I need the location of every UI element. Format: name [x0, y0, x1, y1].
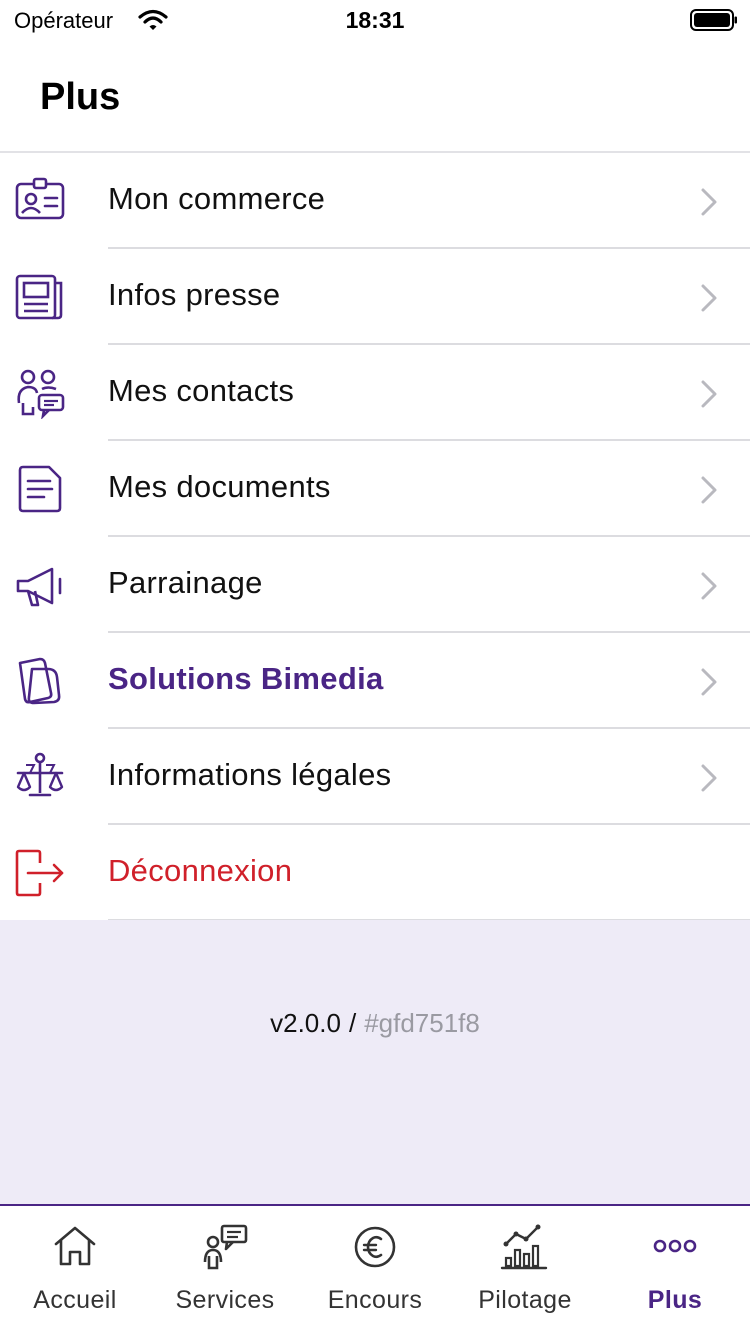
menu-item-label: Mes contacts	[108, 373, 295, 408]
chevron-right-icon	[701, 572, 717, 600]
tab-label: Encours	[327, 1286, 423, 1314]
clock: 18:31	[345, 7, 405, 33]
menu-item-deconnexion[interactable]: Déconnexion	[0, 825, 750, 921]
version-number: v2.0.0	[270, 1008, 341, 1038]
megaphone-icon	[16, 567, 62, 607]
tab-label: Accueil	[33, 1286, 117, 1314]
chart-icon	[500, 1224, 548, 1270]
document-icon	[18, 465, 62, 513]
id-card-icon	[15, 177, 65, 220]
tab-label: Pilotage	[478, 1286, 572, 1314]
bimedia-logo-icon	[18, 657, 61, 705]
tab-accueil[interactable]: Accueil	[0, 1206, 150, 1334]
menu-item-infos-presse[interactable]: Infos presse	[0, 249, 750, 345]
chevron-right-icon	[701, 380, 717, 408]
menu-item-mes-documents[interactable]: Mes documents	[0, 441, 750, 537]
page-title: Plus	[40, 76, 121, 118]
chevron-right-icon	[701, 188, 717, 216]
menu-item-label: Informations légales	[108, 757, 392, 792]
battery-icon	[690, 9, 737, 31]
menu-item-label: Solutions Bimedia	[108, 661, 384, 696]
more-icon	[653, 1239, 697, 1253]
tab-plus[interactable]: Plus	[600, 1206, 750, 1334]
tab-pilotage[interactable]: Pilotage	[450, 1206, 600, 1334]
menu-item-label: Infos presse	[108, 277, 281, 312]
euro-icon	[354, 1226, 396, 1268]
scales-icon	[16, 752, 64, 797]
tab-label: Plus	[647, 1286, 703, 1314]
menu-item-label: Parrainage	[108, 565, 263, 600]
newspaper-icon	[15, 274, 63, 320]
chevron-right-icon	[701, 668, 717, 696]
menu-item-label: Mon commerce	[108, 181, 326, 216]
tab-bar: Accueil Services Encours Pilotage Plus	[0, 1204, 750, 1334]
build-hash: #gfd751f8	[364, 1008, 480, 1038]
services-icon	[203, 1224, 248, 1270]
footer-area: v2.0.0/#gfd751f8	[0, 920, 750, 1205]
menu-item-mes-contacts[interactable]: Mes contacts	[0, 345, 750, 441]
menu-item-label: Mes documents	[108, 469, 331, 504]
menu-list: Mon commerce Infos presse Mes contacts M…	[0, 153, 750, 921]
tab-encours[interactable]: Encours	[300, 1206, 450, 1334]
version-separator: /	[348, 1008, 357, 1038]
chevron-right-icon	[701, 476, 717, 504]
menu-item-label: Déconnexion	[108, 853, 293, 888]
home-icon	[54, 1226, 96, 1266]
page-header: Plus	[0, 40, 750, 153]
contacts-icon	[17, 369, 65, 419]
chevron-right-icon	[701, 764, 717, 792]
menu-item-parrainage[interactable]: Parrainage	[0, 537, 750, 633]
menu-item-solutions-bimedia[interactable]: Solutions Bimedia	[0, 633, 750, 729]
logout-icon	[15, 849, 64, 897]
tab-label: Services	[175, 1286, 275, 1314]
tab-services[interactable]: Services	[150, 1206, 300, 1334]
version-info: v2.0.0/#gfd751f8	[0, 1008, 750, 1039]
menu-item-informations-legales[interactable]: Informations légales	[0, 729, 750, 825]
chevron-right-icon	[701, 284, 717, 312]
menu-item-mon-commerce[interactable]: Mon commerce	[0, 153, 750, 249]
status-bar: Opérateur 18:31	[0, 0, 750, 40]
